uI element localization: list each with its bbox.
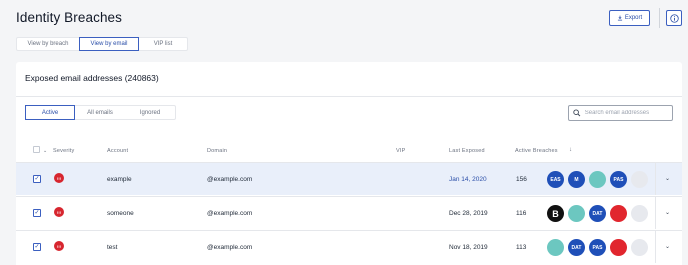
search-box [568,105,673,121]
severity-alert-icon: !!! [54,241,64,251]
export-label: Export [624,15,643,21]
filter-tab-all-emails[interactable]: All emails [75,106,125,119]
breach-badge[interactable] [610,239,627,256]
breach-badge[interactable] [610,205,627,222]
breach-badge[interactable] [589,171,606,188]
last-exposed-cell: Jan 14, 2020 [449,176,487,183]
breach-badge[interactable] [631,205,648,222]
page-title: Identity Breaches [16,10,123,25]
account-cell: test [107,244,118,251]
breach-badge[interactable] [547,239,564,256]
row-divider [655,197,656,229]
breach-badges: B DAT [547,205,648,222]
breach-badges: EAS M PAS [547,171,648,188]
chevron-down-icon[interactable]: ⌄ [665,209,670,216]
breach-badge[interactable]: EAS [547,171,564,188]
severity-alert-icon: !!! [54,173,64,183]
active-breaches-cell: 113 [516,244,527,251]
header-domain[interactable]: Domain [207,148,227,154]
account-cell: someone [107,210,134,217]
severity-alert-icon: !!! [54,207,64,217]
breach-badge[interactable]: DAT [568,239,585,256]
active-breaches-cell: 156 [516,176,527,183]
filter-tab-active[interactable]: Active [25,105,75,120]
breach-badge[interactable]: DAT [589,205,606,222]
export-button[interactable]: Export [609,10,650,26]
chevron-down-icon[interactable]: ⌄ [665,175,670,182]
filter-tab-ignored[interactable]: Ignored [125,106,175,119]
card-title: Exposed email addresses (240863) [25,73,159,83]
row-checkbox[interactable]: ✓ [33,175,41,183]
active-breaches-cell: 116 [516,210,527,217]
select-all-chevron-icon[interactable]: ⌄ [43,148,47,154]
last-exposed-cell: Dec 28, 2019 [449,210,488,217]
header-vip[interactable]: VIP [396,148,405,154]
domain-cell: @example.com [207,176,253,183]
domain-cell: @example.com [207,210,253,217]
account-cell: example [107,176,132,183]
header-account[interactable]: Account [107,148,128,154]
last-exposed-cell: Nov 18, 2019 [449,244,488,251]
tab-view-by-breach[interactable]: View by breach [17,38,79,50]
header-severity[interactable]: Severity [53,148,74,154]
table-row[interactable]: ✓ !!! test @example.com Nov 18, 2019 113… [16,230,682,263]
row-divider [655,163,656,195]
breach-badge[interactable]: PAS [610,171,627,188]
breach-badge[interactable] [568,205,585,222]
toolbar-divider [659,8,660,28]
card-divider [16,96,682,97]
table-header: ⌄ Severity Account Domain VIP Last Expos… [16,142,682,160]
view-tabs: View by breach View by email VIP list [16,37,188,51]
breach-badge[interactable] [631,171,648,188]
filter-tabs: Active All emails Ignored [25,105,176,120]
header-active-breaches[interactable]: Active Breaches [515,148,558,154]
table-row[interactable]: ✓ !!! someone @example.com Dec 28, 2019 … [16,196,682,229]
breach-badge[interactable]: M [568,171,585,188]
row-divider [655,231,656,263]
info-button[interactable] [666,10,682,26]
row-checkbox[interactable]: ✓ [33,243,41,251]
row-checkbox[interactable]: ✓ [33,209,41,217]
header-last-exposed[interactable]: Last Exposed [449,148,485,154]
info-icon [669,13,679,23]
table-row[interactable]: ✓ !!! example @example.com Jan 14, 2020 … [16,162,682,195]
search-icon [573,109,581,117]
download-icon [617,15,622,21]
domain-cell: @example.com [207,244,253,251]
search-input[interactable] [584,110,672,116]
tab-view-by-email[interactable]: View by email [79,37,139,51]
breach-badge[interactable]: B [547,205,564,222]
breach-badge[interactable]: PAS [589,239,606,256]
exposed-emails-card: Exposed email addresses (240863) Active … [16,62,682,265]
breach-badge[interactable] [631,239,648,256]
chevron-down-icon[interactable]: ⌄ [665,243,670,250]
sort-down-icon[interactable]: ↓ [569,147,572,153]
breach-badges: DAT PAS [547,239,648,256]
tab-vip-list[interactable]: VIP list [139,38,187,50]
